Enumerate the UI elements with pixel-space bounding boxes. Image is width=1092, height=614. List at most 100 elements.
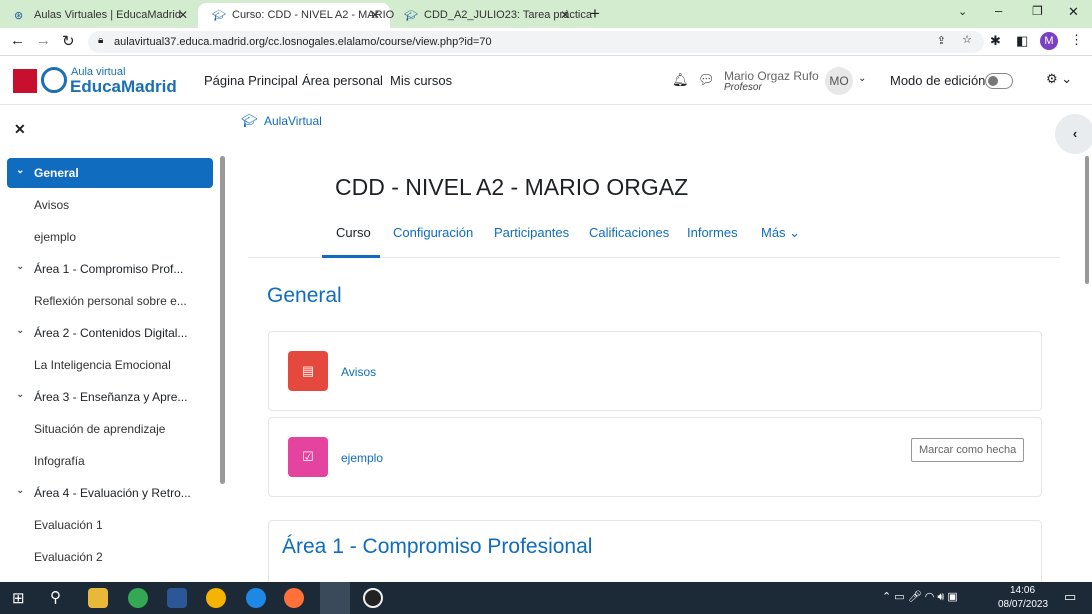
sidebar-item-situacion[interactable]: Situación de aprendizaje (7, 414, 213, 444)
sidebar-item-inteligencia[interactable]: La Inteligencia Emocional (7, 350, 213, 380)
chevron-down-icon: ⌄ (16, 165, 25, 176)
sidebar-item-avisos[interactable]: Avisos (7, 190, 213, 220)
bell-icon[interactable]: 🔔︎ (672, 72, 689, 88)
sidebar-item-area4[interactable]: ⌄ Área 4 - Evaluación y Retro... (7, 478, 213, 508)
open-block-drawer-button[interactable]: ‹ (1055, 114, 1092, 154)
close-icon[interactable]: ✕ (560, 8, 570, 22)
tray-icons[interactable]: ⌃ ▭ 🎤︎ ◠ 🔊︎ ▣ (882, 590, 958, 604)
site-navbar: Aula virtual EducaMadrid Página Principa… (0, 57, 1092, 105)
activity-avisos: ▤ Avisos (268, 331, 1042, 411)
address-bar-row: ← → ↻ 🔒︎ aulavirtual37.educa.madrid.org/c… (0, 28, 1092, 56)
sidebar-item-evaluacion2[interactable]: Evaluación 2 (7, 542, 213, 572)
user-name[interactable]: Mario Orgaz Rufo (724, 69, 819, 83)
close-drawer-icon[interactable]: ✕ (14, 121, 26, 138)
chevron-down-icon: ⌄ (16, 485, 25, 496)
graduation-cap-icon: 🎓︎ (404, 10, 418, 22)
share-icon[interactable]: ⇪ (937, 34, 946, 47)
url-input[interactable]: 🔒︎ aulavirtual37.educa.madrid.org/cc.losn… (88, 31, 984, 53)
windows-start-icon[interactable]: ⊞ (12, 589, 25, 607)
close-icon[interactable]: ✕ (370, 8, 380, 22)
profile-avatar[interactable]: M (1040, 32, 1058, 50)
comunidad-madrid-logo (13, 69, 37, 93)
minimize-button[interactable]: – (995, 3, 1002, 18)
forum-icon: ▤ (288, 351, 328, 391)
back-icon[interactable]: ← (10, 32, 25, 49)
tab-informes[interactable]: Informes (687, 225, 738, 240)
graduation-cap-icon: 🎓︎ (212, 10, 226, 22)
chevron-down-icon: ⌄ (16, 261, 25, 272)
gear-icon[interactable]: ⚙︎ ⌄ (1046, 71, 1072, 87)
tab-aulas-virtuales[interactable]: ⊛ Aulas Virtuales | EducaMadrid ✕ (0, 3, 198, 28)
clock-date[interactable]: 08/07/2023 (998, 599, 1048, 610)
message-icon[interactable]: 💬︎ (698, 72, 715, 88)
tab-configuracion[interactable]: Configuración (393, 225, 473, 240)
search-icon[interactable]: ⚲ (50, 588, 61, 606)
nav-area-personal[interactable]: Área personal (302, 73, 383, 88)
activity-link[interactable]: ejemplo (341, 451, 383, 465)
edge-icon[interactable] (246, 588, 266, 608)
file-explorer-icon[interactable] (88, 588, 108, 608)
bookmark-star-icon[interactable]: ☆ (962, 33, 972, 46)
lock-icon: 🔒︎ (98, 35, 104, 46)
sidebar-item-general[interactable]: ⌄ General (7, 158, 213, 188)
firefox-icon[interactable] (284, 588, 304, 608)
sidebar-item-infografia[interactable]: Infografía (7, 446, 213, 476)
windows-taskbar: ⊞ ⚲ ⌃ ▭ 🎤︎ ◠ 🔊︎ ▣ 14:06 08/07/2023 ▭ (0, 582, 1092, 614)
sidebar-item-area3[interactable]: ⌄ Área 3 - Enseñanza y Apre... (7, 382, 213, 412)
mark-done-button[interactable]: Marcar como hecha (911, 438, 1025, 462)
site-icon: ⊛ (14, 10, 24, 22)
tab-curso[interactable]: Curso (336, 225, 371, 240)
tab-tarea[interactable]: 🎓︎ CDD_A2_JULIO23: Tarea práctica ✕ (390, 3, 592, 28)
activity-ejemplo: ☑ ejemplo Marcar como hecha (268, 417, 1042, 497)
clock-time[interactable]: 14:06 (1010, 585, 1035, 596)
logo-title[interactable]: EducaMadrid (70, 77, 177, 97)
course-index-drawer: ✕ ⌄ General Avisos ejemplo ⌄ Área 1 - Comp… (0, 106, 228, 582)
browser-tab-bar: ⊛ Aulas Virtuales | EducaMadrid ✕ 🎓︎ Curso:… (0, 0, 1092, 28)
sidebar-scrollbar[interactable] (220, 156, 225, 484)
new-tab-button[interactable]: + (590, 4, 600, 24)
section-title-general[interactable]: General (267, 284, 342, 308)
menu-icon[interactable]: ⋮ (1070, 32, 1083, 48)
sidebar-item-ejemplo[interactable]: ejemplo (7, 222, 213, 252)
page-title: CDD - NIVEL A2 - MARIO ORGAZ (335, 174, 689, 200)
sidebar-item-evaluacion1[interactable]: Evaluación 1 (7, 510, 213, 540)
app-icon[interactable] (206, 588, 226, 608)
chrome-icon[interactable] (128, 588, 148, 608)
chevron-down-icon: ⌄ (16, 389, 25, 400)
sidebar-item-reflexion[interactable]: Reflexión personal sobre e... (7, 286, 213, 316)
breadcrumb-aulavirtual[interactable]: AulaVirtual (264, 114, 322, 128)
assignment-icon: ☑ (288, 437, 328, 477)
nav-mis-cursos[interactable]: Mis cursos (390, 73, 452, 88)
side-panel-icon[interactable]: ◧ (1016, 33, 1028, 49)
tab-curso[interactable]: 🎓︎ Curso: CDD - NIVEL A2 - MARIO ✕ (198, 3, 394, 28)
reload-icon[interactable]: ↻ (62, 32, 75, 50)
close-icon[interactable]: ✕ (178, 8, 188, 22)
educamadrid-logo-icon (41, 67, 67, 93)
chevron-down-icon: ⌄ (16, 325, 25, 336)
sidebar-item-area1[interactable]: ⌄ Área 1 - Compromiso Prof... (7, 254, 213, 284)
page-scrollbar[interactable] (1085, 156, 1089, 284)
user-role: Profesor (724, 82, 762, 93)
tab-search-icon[interactable]: ⌄ (958, 5, 967, 18)
main-content: 🎓︎ AulaVirtual CDD - NIVEL A2 - MARIO OR… (228, 106, 1092, 600)
tab-mas[interactable]: Más ⌄ (761, 225, 800, 241)
tab-calificaciones[interactable]: Calificaciones (589, 225, 669, 240)
sidebar-item-area2[interactable]: ⌄ Área 2 - Contenidos Digital... (7, 318, 213, 348)
user-avatar[interactable]: MO (825, 67, 853, 95)
chrome-active-icon[interactable] (320, 582, 350, 614)
restore-button[interactable]: ❐ (1032, 4, 1043, 18)
section-title-area1[interactable]: Área 1 - Compromiso Profesional (282, 535, 592, 559)
nav-pagina-principal[interactable]: Página Principal (204, 73, 298, 88)
obs-icon[interactable] (363, 588, 383, 608)
extensions-icon[interactable]: ✱ (990, 33, 1001, 49)
notifications-icon[interactable]: ▭ (1064, 589, 1076, 605)
forward-icon[interactable]: → (36, 32, 51, 49)
edit-mode-label: Modo de edición (890, 73, 986, 88)
graduation-cap-icon: 🎓︎ (241, 113, 258, 128)
tab-participantes[interactable]: Participantes (494, 225, 569, 240)
activity-link[interactable]: Avisos (341, 365, 376, 379)
edit-mode-toggle[interactable] (985, 73, 1013, 89)
chevron-down-icon[interactable]: ⌄ (858, 73, 866, 84)
close-window-button[interactable]: ✕ (1068, 4, 1079, 20)
word-icon[interactable] (167, 588, 187, 608)
